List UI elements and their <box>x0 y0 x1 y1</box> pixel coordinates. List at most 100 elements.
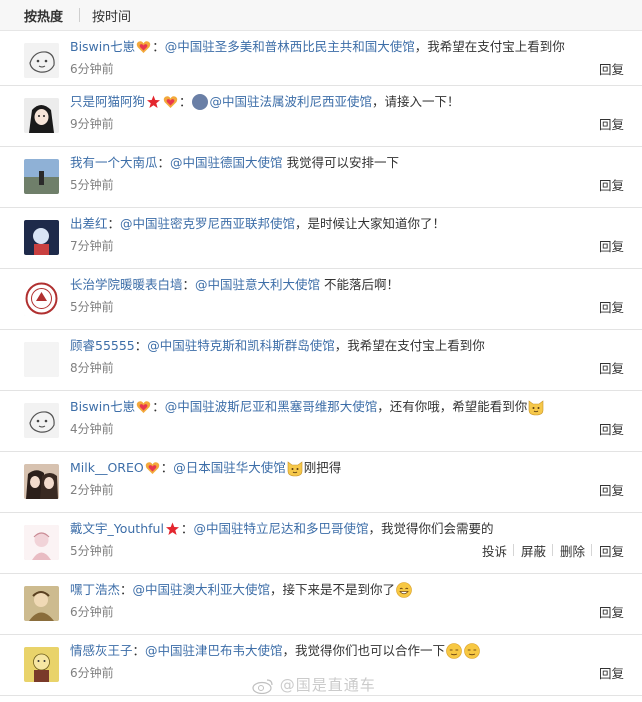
avatar[interactable] <box>24 220 59 255</box>
comment-separator: ： <box>107 216 121 231</box>
avatar[interactable] <box>24 43 59 78</box>
comment-mention-link[interactable]: @中国驻特克斯和凯科斯群岛使馆 <box>147 338 335 353</box>
comment-actions: 回复 <box>585 297 624 316</box>
comment-content: Biswin七崽 ：@中国驻圣多美和普林西比民主共和国大使馆，我希望在支付宝上看到… <box>70 38 632 56</box>
reply-button[interactable]: 回复 <box>585 175 624 194</box>
report-button[interactable]: 投诉 <box>468 541 507 560</box>
comment-username[interactable]: Biswin七崽 <box>70 39 135 54</box>
comment-time: 5分钟前 <box>70 300 114 314</box>
comment-separator: ： <box>180 521 194 536</box>
comment-username[interactable]: Biswin七崽 <box>70 399 135 414</box>
reply-button[interactable]: 回复 <box>585 59 624 78</box>
reply-button[interactable]: 回复 <box>585 480 624 499</box>
avatar[interactable] <box>24 586 59 621</box>
comment-separator: ： <box>160 460 174 475</box>
comment-mention-link[interactable]: @中国驻波斯尼亚和黑塞哥维那大使馆 <box>165 399 378 414</box>
comment-text: ，是时候让大家知道你了！ <box>295 216 446 231</box>
watermark: @国是直通车 <box>252 674 376 695</box>
comment-mention-link[interactable]: @中国驻密克罗尼西亚联邦使馆 <box>120 216 295 231</box>
comment-text: 刚把得 <box>303 460 342 475</box>
comment-text: ，接下来是不是到你了 <box>270 582 396 597</box>
comment-item: 我有一个大南瓜：@中国驻德国大使馆 我觉得可以安排一下 5分钟前 回复 <box>0 147 642 208</box>
comment-content: 情感灰王子：@中国驻津巴布韦大使馆，我觉得你们也可以合作一下 <box>70 642 632 661</box>
comment-text: ，我希望在支付宝上看到你 <box>334 338 485 353</box>
comment-mention-link[interactable]: @中国驻意大利大使馆 <box>195 277 320 292</box>
grin-emoji-icon <box>395 581 413 599</box>
comment-time: 6分钟前 <box>70 62 114 76</box>
cat-face-emoji-icon <box>286 459 304 477</box>
comment-username[interactable]: 长治学院暖暖表白墙 <box>70 277 183 292</box>
comment-actions: 回复 <box>585 59 624 78</box>
comment-separator: ： <box>157 155 171 170</box>
comment-mention-link[interactable]: @中国驻德国大使馆 <box>170 155 283 170</box>
comment-actions: 回复 <box>585 114 624 133</box>
comment-text: ，我觉得你们会需要的 <box>368 521 494 536</box>
comment-item: 顾睿55555：@中国驻特克斯和凯科斯群岛使馆，我希望在支付宝上看到你 8分钟前… <box>0 330 642 391</box>
reply-button[interactable]: 回复 <box>585 541 624 560</box>
comment-separator: ： <box>179 94 192 109</box>
weibo-logo-icon <box>252 678 274 694</box>
avatar[interactable] <box>24 342 59 377</box>
comment-username[interactable]: 只是阿猫阿狗 <box>70 94 145 109</box>
comment-actions: 回复 <box>585 602 624 621</box>
delete-button[interactable]: 删除 <box>546 541 585 560</box>
avatar[interactable] <box>24 281 59 316</box>
avatar[interactable] <box>24 403 59 438</box>
red-star-badge-icon <box>165 522 180 536</box>
reply-button[interactable]: 回复 <box>585 419 624 438</box>
comment-mention-link[interactable]: @中国驻澳大利亚大使馆 <box>133 582 271 597</box>
comment-actions: 回复 <box>585 663 624 682</box>
comment-mention-link[interactable]: @日本国驻华大使馆 <box>173 460 286 475</box>
comment-text: ，还有你哦，希望能看到你 <box>377 399 528 414</box>
reply-button[interactable]: 回复 <box>585 297 624 316</box>
avatar[interactable] <box>24 464 59 499</box>
comment-mention-link[interactable]: @中国驻法属波利尼西亚使馆 <box>210 94 373 109</box>
comment-username[interactable]: 顾睿55555 <box>70 338 135 353</box>
comment-actions: 回复 <box>585 236 624 255</box>
comment-text: ，请接入一下！ <box>372 94 460 109</box>
reply-button[interactable]: 回复 <box>585 663 624 682</box>
comment-username[interactable]: 我有一个大南瓜 <box>70 155 158 170</box>
comment-mention-link[interactable]: @中国驻特立尼达和多巴哥使馆 <box>193 521 368 536</box>
heart-badge-icon <box>145 461 160 475</box>
red-star-badge-icon <box>146 95 161 109</box>
block-button[interactable]: 屏蔽 <box>507 541 546 560</box>
comment-username[interactable]: 戴文宇_Youthful <box>70 521 164 536</box>
mention-avatar-icon <box>191 93 208 110</box>
sort-by-time-tab[interactable]: 按时间 <box>92 6 139 25</box>
comment-time: 6分钟前 <box>70 666 114 680</box>
avatar[interactable] <box>24 159 59 194</box>
comment-content: 出差红：@中国驻密克罗尼西亚联邦使馆，是时候让大家知道你了！ <box>70 215 632 233</box>
reply-button[interactable]: 回复 <box>585 602 624 621</box>
comment-username[interactable]: Milk__OREO <box>70 460 144 475</box>
comment-text: 不能落后啊！ <box>320 277 400 292</box>
comment-time: 8分钟前 <box>70 361 114 375</box>
reply-button[interactable]: 回复 <box>585 114 624 133</box>
comment-time: 6分钟前 <box>70 605 114 619</box>
comment-content: 戴文宇_Youthful ：@中国驻特立尼达和多巴哥使馆，我觉得你们会需要的 <box>70 520 632 538</box>
avatar[interactable] <box>24 98 59 133</box>
comment-username[interactable]: 嘿丁浩杰 <box>70 582 120 597</box>
avatar[interactable] <box>24 525 59 560</box>
reply-button[interactable]: 回复 <box>585 358 624 377</box>
comment-username[interactable]: 出差红 <box>70 216 108 231</box>
comment-mention-link[interactable]: @中国驻津巴布韦大使馆 <box>145 643 283 658</box>
comment-content: 我有一个大南瓜：@中国驻德国大使馆 我觉得可以安排一下 <box>70 154 632 172</box>
heart-badge-icon <box>163 95 178 109</box>
comment-mention-link[interactable]: @中国驻圣多美和普林西比民主共和国大使馆 <box>165 39 415 54</box>
avatar[interactable] <box>24 647 59 682</box>
sort-by-hot-tab[interactable]: 按热度 <box>24 6 71 25</box>
comment-username[interactable]: 情感灰王子 <box>70 643 133 658</box>
comment-text: 我觉得可以安排一下 <box>282 155 400 170</box>
comment-actions: 回复 <box>585 480 624 499</box>
comment-item: 戴文宇_Youthful ：@中国驻特立尼达和多巴哥使馆，我觉得你们会需要的 5分… <box>0 513 642 574</box>
sly-smile-emoji-icon <box>463 642 481 660</box>
comment-item: 出差红：@中国驻密克罗尼西亚联邦使馆，是时候让大家知道你了！ 7分钟前 回复 <box>0 208 642 269</box>
comment-actions: 投诉 屏蔽 删除 回复 <box>468 541 624 560</box>
comment-time: 5分钟前 <box>70 544 114 558</box>
comment-separator: ： <box>120 582 133 597</box>
comment-separator: ： <box>132 643 146 658</box>
reply-button[interactable]: 回复 <box>585 236 624 255</box>
comment-time: 9分钟前 <box>70 117 114 131</box>
comment-actions: 回复 <box>585 419 624 438</box>
